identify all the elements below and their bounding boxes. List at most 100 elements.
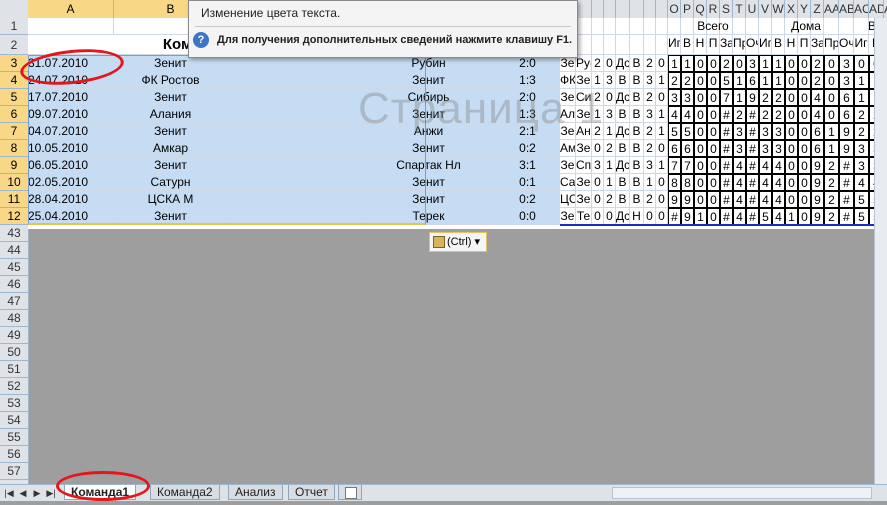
stat-cell[interactable]: 6 (811, 140, 824, 157)
stat-cell[interactable]: # (839, 174, 854, 191)
column-header[interactable] (604, 0, 616, 18)
stat-cell[interactable]: 5 (759, 208, 772, 225)
stat-cell[interactable]: 1 (668, 55, 681, 72)
stat-cell[interactable]: 7 (720, 89, 733, 106)
calc-cell[interactable]: 2 (592, 55, 604, 72)
stat-cell[interactable]: 3 (839, 72, 854, 89)
match-away[interactable]: Терек (362, 208, 496, 225)
stat-cell[interactable]: 0 (694, 140, 707, 157)
tab-analiz[interactable]: Анализ (228, 485, 283, 500)
vertical-scrollbar[interactable] (874, 18, 887, 484)
stat-cell[interactable]: 4 (733, 174, 746, 191)
match-date[interactable]: 28.04.2010 (28, 191, 114, 208)
stat-cell[interactable]: 0 (694, 72, 707, 89)
stat-cell[interactable]: 0 (707, 89, 720, 106)
stat-cell[interactable]: 9 (811, 157, 824, 174)
column-header[interactable]: Z (811, 0, 824, 18)
stat-cell[interactable]: 3 (854, 157, 869, 174)
stat-cell[interactable]: 5 (668, 123, 681, 140)
match-date[interactable]: 10.05.2010 (28, 140, 114, 157)
stat-cell[interactable]: 0 (694, 174, 707, 191)
stat-cell[interactable]: 0 (707, 72, 720, 89)
calc-cell[interactable]: 2 (644, 123, 656, 140)
stat-cell[interactable]: 4 (772, 191, 785, 208)
table-cell[interactable] (604, 18, 616, 35)
table-cell[interactable] (576, 18, 592, 35)
stat-cell[interactable]: 0 (707, 191, 720, 208)
stat-cell[interactable]: 9 (668, 191, 681, 208)
calc-cell[interactable]: 3 (604, 106, 616, 123)
tab-komanda2[interactable]: Команда2 (150, 485, 220, 500)
stat-cell[interactable]: 0 (694, 55, 707, 72)
calc-cell[interactable]: 0 (656, 208, 668, 225)
stat-subheader[interactable]: Н (785, 35, 798, 55)
stat-cell[interactable]: 2 (811, 55, 824, 72)
calc-cell[interactable]: 3 (644, 106, 656, 123)
stat-cell[interactable]: 4 (759, 191, 772, 208)
table-cell[interactable] (228, 140, 362, 157)
calc-cell[interactable]: В (630, 89, 644, 106)
table-cell[interactable] (228, 72, 362, 89)
calc-cell[interactable]: 0 (656, 89, 668, 106)
row-header[interactable]: 47 (0, 293, 28, 310)
table-cell[interactable] (604, 35, 616, 55)
stat-cell[interactable]: 3 (759, 123, 772, 140)
calc-cell[interactable]: 0 (592, 208, 604, 225)
row-header[interactable]: 51 (0, 361, 28, 378)
stat-cell[interactable]: 1 (759, 55, 772, 72)
stat-cell[interactable]: 0 (785, 191, 798, 208)
column-header[interactable]: AB (839, 0, 854, 18)
stat-cell[interactable]: # (746, 157, 759, 174)
row-header[interactable]: 12 (0, 208, 28, 225)
row-header[interactable]: 50 (0, 344, 28, 361)
table-cell[interactable] (644, 35, 656, 55)
stat-cell[interactable]: 1 (854, 72, 869, 89)
calc-cell[interactable]: В (616, 106, 630, 123)
stat-cell[interactable]: 5 (681, 123, 694, 140)
calc-cell[interactable]: 1 (656, 123, 668, 140)
calc-cell[interactable]: Н (630, 208, 644, 225)
stat-cell[interactable]: # (746, 208, 759, 225)
stat-cell[interactable]: 1 (785, 208, 798, 225)
table-cell[interactable] (228, 106, 362, 123)
stat-cell[interactable]: 6 (811, 123, 824, 140)
stat-cell[interactable]: 7 (668, 157, 681, 174)
stat-cell[interactable]: 3 (772, 140, 785, 157)
stat-cell[interactable]: 9 (811, 191, 824, 208)
stat-cell[interactable]: 0 (785, 89, 798, 106)
row-header[interactable]: 43 (0, 225, 28, 242)
stat-cell[interactable]: 0 (785, 157, 798, 174)
calc-cell[interactable]: 3 (592, 157, 604, 174)
table-cell[interactable] (656, 35, 668, 55)
stat-cell[interactable]: 0 (798, 55, 811, 72)
column-header[interactable]: A (28, 0, 114, 18)
row-header[interactable]: 55 (0, 429, 28, 446)
match-date[interactable]: 04.07.2010 (28, 123, 114, 140)
stat-cell[interactable]: 0 (694, 89, 707, 106)
stat-cell[interactable]: 0 (707, 174, 720, 191)
row-header[interactable]: 49 (0, 327, 28, 344)
calc-cell[interactable]: 0 (592, 191, 604, 208)
match-home[interactable]: Зенит (114, 208, 228, 225)
calc-cell[interactable]: 0 (656, 174, 668, 191)
row-header[interactable]: 5 (0, 89, 28, 106)
stat-subheader[interactable]: В (772, 35, 785, 55)
match-date[interactable]: 02.05.2010 (28, 174, 114, 191)
stat-cell[interactable]: 9 (811, 208, 824, 225)
stat-cell[interactable]: 6 (839, 106, 854, 123)
stat-cell[interactable]: 0 (824, 106, 839, 123)
table-cell[interactable] (228, 89, 362, 106)
stat-cell[interactable]: 4 (759, 157, 772, 174)
calc-cell[interactable]: 0 (656, 140, 668, 157)
column-header[interactable]: AA (824, 0, 839, 18)
calc-cell[interactable]: 1 (656, 157, 668, 174)
paste-options-button[interactable]: (Ctrl) ▾ (429, 232, 487, 252)
match-score[interactable]: 0:2 (496, 140, 560, 157)
stat-cell[interactable]: 6 (681, 140, 694, 157)
column-header[interactable] (592, 0, 604, 18)
stat-cell[interactable]: # (746, 123, 759, 140)
column-header[interactable] (630, 0, 644, 18)
row-header[interactable]: 11 (0, 191, 28, 208)
column-header[interactable]: S (720, 0, 733, 18)
stat-cell[interactable]: # (720, 106, 733, 123)
